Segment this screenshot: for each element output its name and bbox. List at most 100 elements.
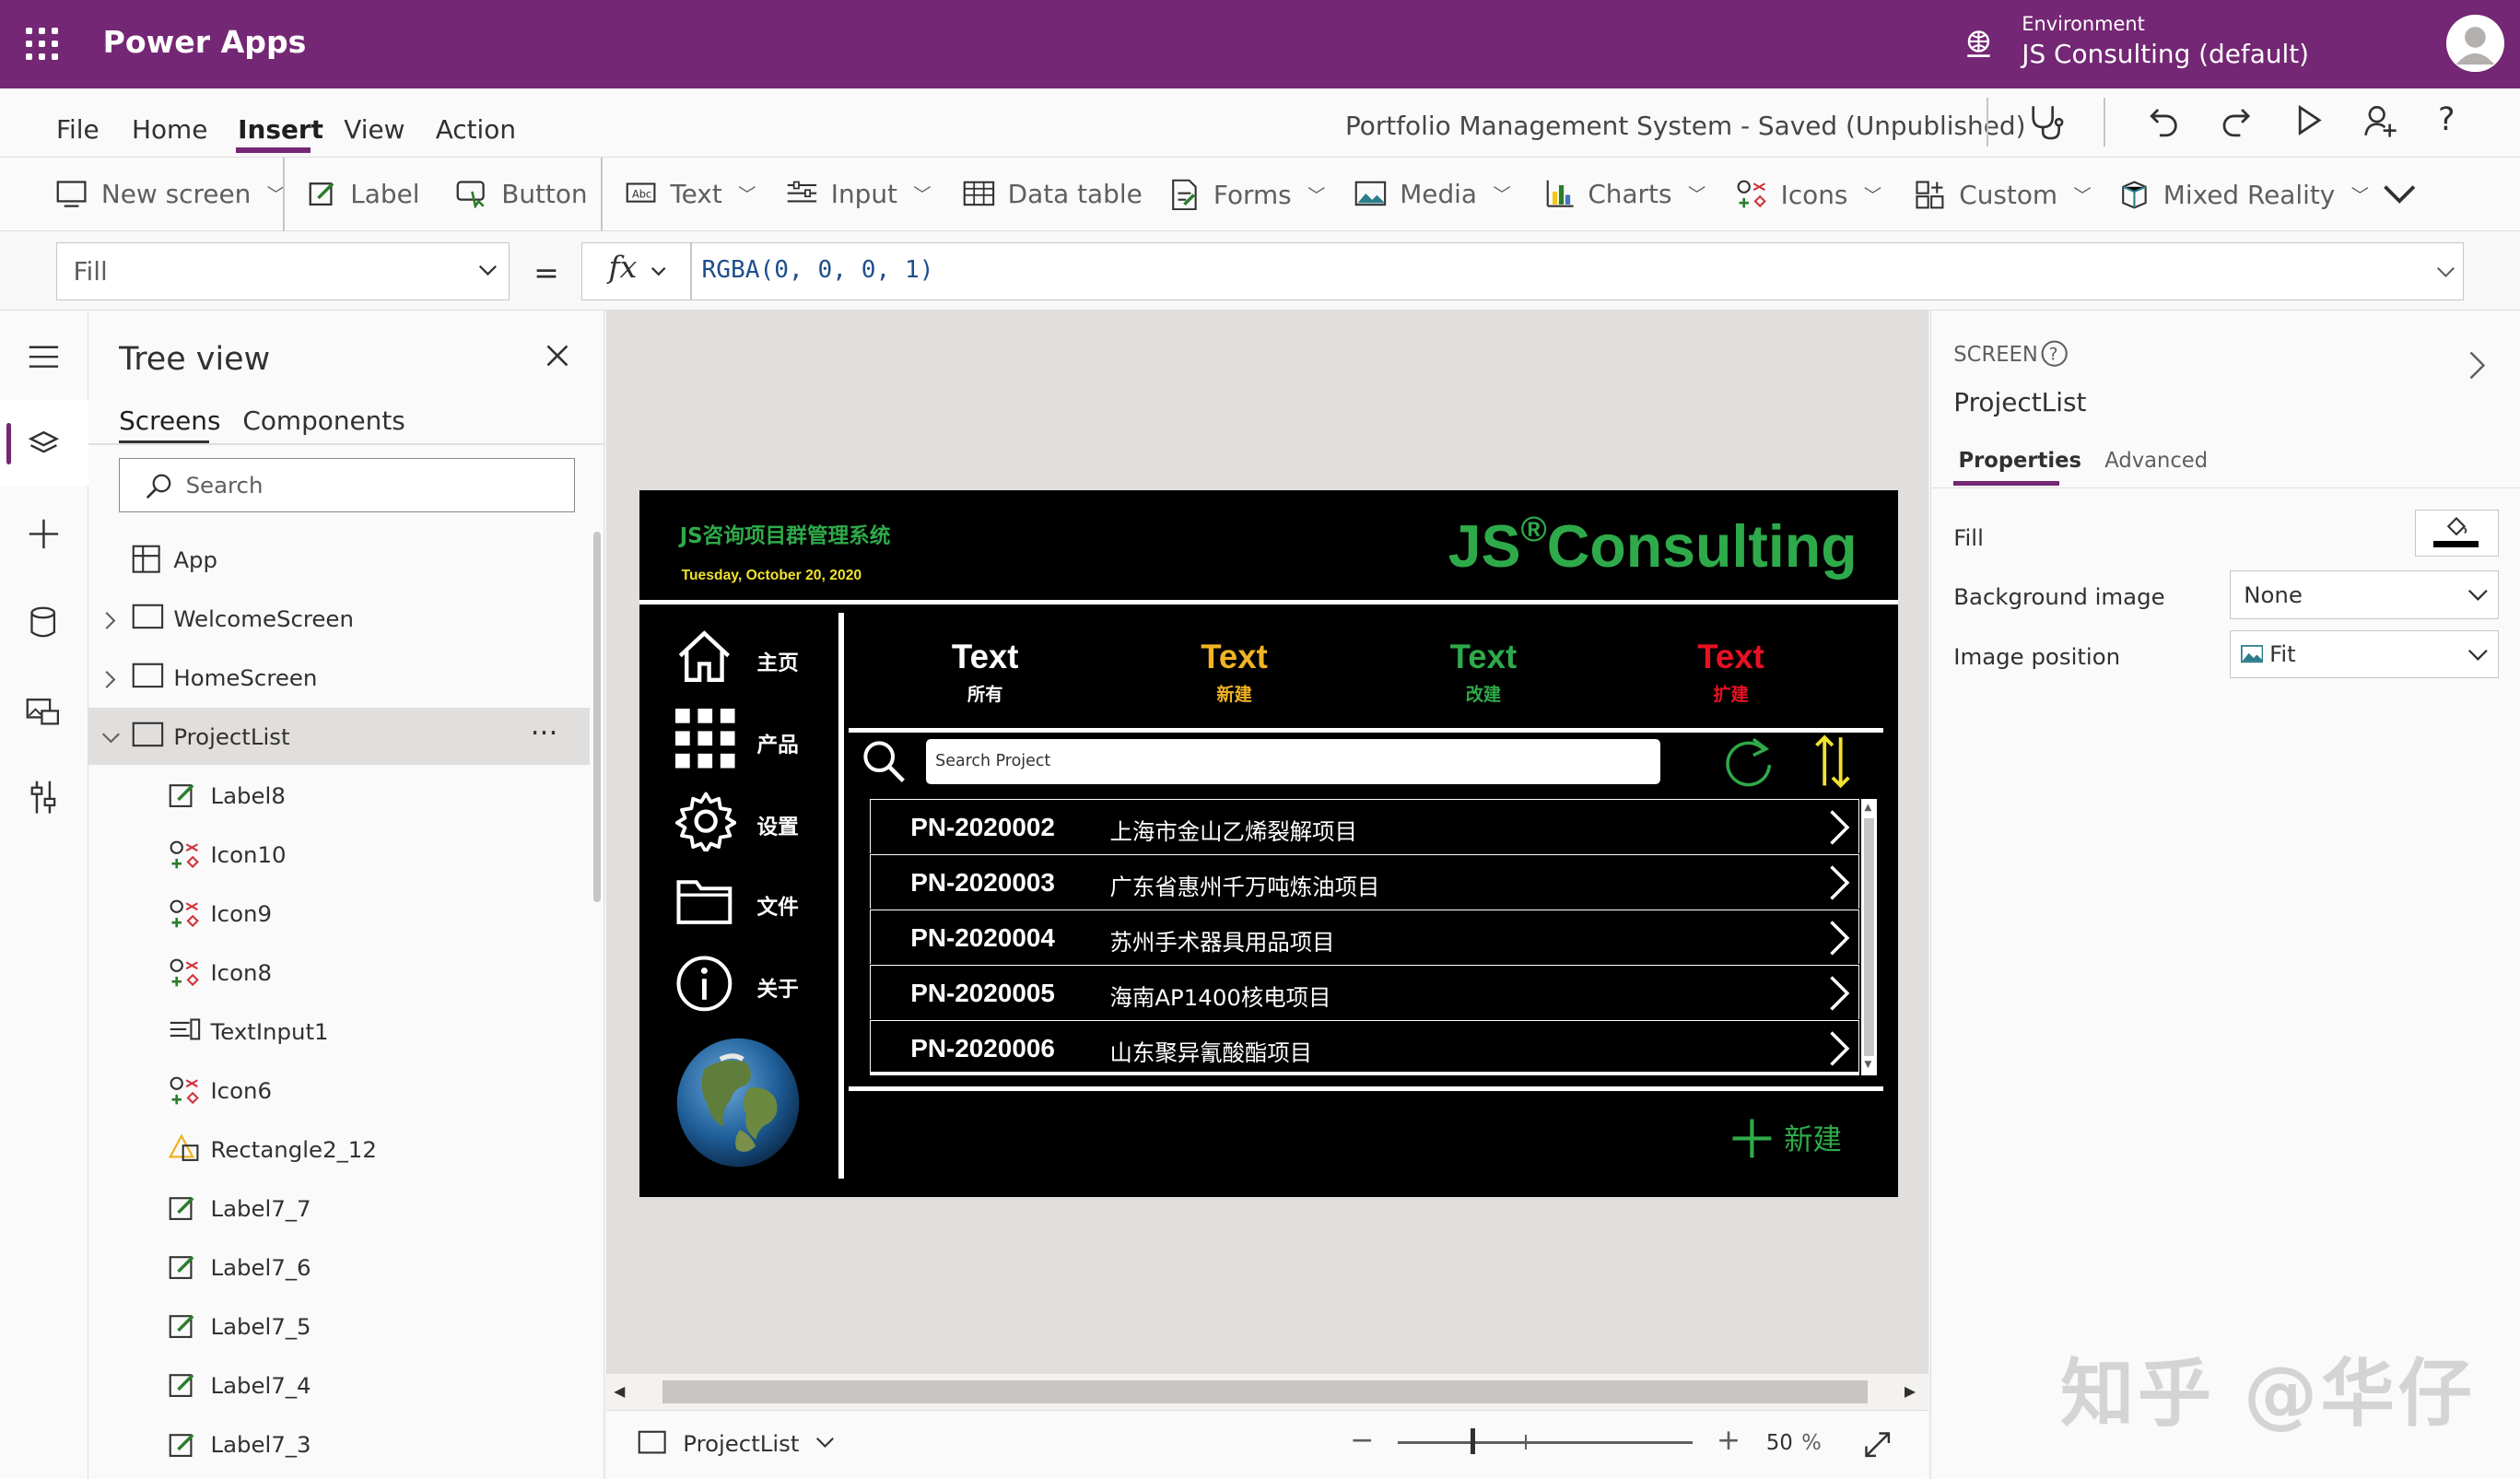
media-button[interactable]: Media ﹀ [1354,179,1511,209]
app-checker-icon[interactable] [2025,101,2067,143]
canvas-scroll-thumb[interactable] [662,1380,1868,1403]
gear-icon[interactable] [674,791,736,852]
help-icon[interactable]: ? [2040,339,2069,368]
forms-button[interactable]: Forms ﹀ [1168,179,1325,211]
fit-to-window-icon[interactable] [1863,1430,1892,1459]
tree-item[interactable]: Rectangle2_12 [88,1121,590,1179]
category-tab[interactable]: Text 新建 [1138,638,1330,705]
canvas-horizontal-scrollbar[interactable]: ◀ ▶ [605,1374,1929,1410]
tree-scrollbar[interactable] [592,532,602,902]
scroll-up-icon[interactable]: ▲ [1864,802,1871,813]
tree-item[interactable]: WelcomeScreen [88,590,590,648]
help-icon[interactable]: ? [2438,101,2456,138]
menu-insert[interactable]: Insert [238,114,323,145]
tree-item[interactable]: Label8 [88,767,590,825]
scroll-right-icon[interactable]: ▶ [1905,1382,1916,1400]
hamburger-icon[interactable] [28,346,60,368]
new-screen-button[interactable]: New screen ﹀ [56,179,285,209]
zoom-value[interactable]: 50 [1766,1431,1793,1455]
formula-input[interactable]: RGBA(0, 0, 0, 1) [691,242,2464,301]
scroll-down-icon[interactable]: ▼ [1864,1059,1871,1070]
rail-tree-selected[interactable] [0,400,88,486]
refresh-icon[interactable] [1721,734,1776,789]
tree-item[interactable]: HomeScreen [88,649,590,707]
icons-button[interactable]: Icons ﹀ [1736,179,1881,211]
nav-label-settings[interactable]: 设置 [757,810,799,840]
media-library-icon[interactable] [26,695,61,727]
chevron-down-icon[interactable] [101,727,121,754]
tree-item[interactable]: Icon10 [88,826,590,884]
tab-properties[interactable]: Properties [1958,449,2081,473]
tree-item[interactable]: Label7_4 [88,1356,590,1414]
play-icon[interactable] [2295,104,2324,136]
project-row[interactable]: PN-2020005 海南AP1400核电项目 [869,964,1860,1020]
tree-item[interactable]: Icon6 [88,1062,590,1120]
gallery-scrollbar[interactable]: ▲ ▼ [1860,798,1878,1075]
chevron-right-icon[interactable] [1828,919,1850,964]
sort-icon[interactable] [1813,733,1852,791]
menu-action[interactable]: Action [436,114,516,145]
project-search-input[interactable]: Search Project [925,739,1660,785]
menu-home[interactable]: Home [132,114,207,145]
environment-icon[interactable] [1963,29,1995,61]
zoom-slider-handle[interactable] [1470,1427,1476,1454]
category-tab[interactable]: Text 扩建 [1635,638,1827,705]
mixed-reality-button[interactable]: Mixed Reality ﹀ [2118,179,2369,211]
tree-item[interactable]: Label7_3 [88,1415,590,1473]
tree-item[interactable]: Icon8 [88,944,590,1002]
scroll-left-icon[interactable]: ◀ [614,1382,625,1400]
chevron-right-icon[interactable] [101,668,121,695]
tree-item[interactable]: Icon9 [88,885,590,943]
more-options-icon[interactable]: ··· [531,717,558,750]
search-icon[interactable] [861,739,907,784]
custom-button[interactable]: Custom ﹀ [1914,179,2092,211]
project-row[interactable]: PN-2020006 山东聚异氰酸酯项目 [869,1019,1860,1075]
nav-label-home[interactable]: 主页 [757,646,799,676]
category-tab[interactable]: Text 所有 [889,638,1082,705]
redo-icon[interactable] [2218,103,2253,138]
tree-item[interactable]: Label7_7 [88,1180,590,1238]
advanced-tools-icon[interactable] [30,780,56,815]
zoom-slider-track[interactable] [1398,1440,1693,1445]
project-row[interactable]: PN-2020004 苏州手术器具用品项目 [869,909,1860,965]
nav-label-products[interactable]: 产品 [757,728,799,758]
background-image-dropdown[interactable]: None [2230,570,2499,619]
chevron-right-icon[interactable] [1828,1029,1850,1074]
chevron-right-icon[interactable] [2467,349,2487,381]
share-user-icon[interactable] [2362,103,2397,138]
zoom-in-button[interactable]: + [1717,1424,1741,1457]
tree-item[interactable]: ProjectList ··· [88,707,591,766]
close-icon[interactable] [545,343,570,369]
chevron-right-icon[interactable] [101,609,121,636]
gallery-scroll-thumb[interactable] [1864,817,1874,1056]
menu-view[interactable]: View [344,114,404,145]
function-button[interactable]: fx [581,242,692,301]
menu-file[interactable]: File [56,114,100,145]
tab-screens[interactable]: Screens [119,405,220,436]
tab-components[interactable]: Components [242,405,404,436]
chevron-right-icon[interactable] [1828,863,1850,909]
text-button[interactable]: Abc Text ﹀ [626,179,756,209]
input-button[interactable]: Input ﹀ [786,179,932,209]
screen-selector[interactable]: ProjectList [638,1430,834,1457]
label-button[interactable]: Label [309,179,419,209]
grid-icon[interactable] [674,709,736,769]
data-table-button[interactable]: Data table [963,179,1143,209]
environment-name[interactable]: JS Consulting (default) [2022,39,2309,69]
home-icon[interactable] [675,628,733,683]
chevron-right-icon[interactable] [1828,974,1850,1019]
expand-formula-icon[interactable] [2436,266,2456,279]
plus-icon[interactable] [28,518,60,550]
button-button[interactable]: Button [456,179,588,209]
folder-icon[interactable] [675,877,733,925]
database-icon[interactable] [29,606,57,639]
tab-advanced[interactable]: Advanced [2104,449,2208,473]
tree-search-input[interactable]: Search [119,458,576,513]
chevron-right-icon[interactable] [1828,808,1850,853]
charts-button[interactable]: Charts ﹀ [1546,179,1705,209]
zoom-out-button[interactable]: − [1350,1424,1374,1457]
tree-item[interactable]: Label7_5 [88,1297,590,1356]
ribbon-expand-icon[interactable] [2382,183,2417,205]
project-row[interactable]: PN-2020002 上海市金山乙烯裂解项目 [869,798,1860,854]
undo-icon[interactable] [2147,103,2182,138]
